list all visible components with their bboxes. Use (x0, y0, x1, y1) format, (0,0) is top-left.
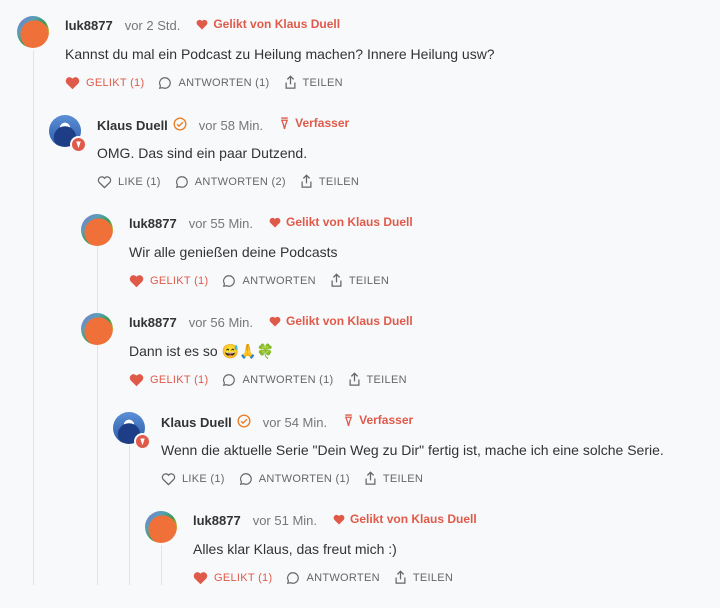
author-name[interactable]: luk8877 (129, 315, 177, 330)
share-button[interactable]: TEILEN (364, 471, 423, 486)
speech-bubble-icon (239, 472, 252, 485)
timestamp[interactable]: vor 58 Min. (199, 118, 263, 133)
pen-nib-icon (134, 433, 151, 450)
reply-button[interactable]: ANTWORTEN (1) (222, 373, 333, 387)
heart-icon (196, 19, 208, 29)
reply-button[interactable]: ANTWORTEN (1) (158, 76, 269, 90)
comment-text: Wenn die aktuelle Serie "Dein Weg zu Dir… (161, 442, 664, 458)
pen-nib-icon (280, 116, 289, 129)
comment-actions: LIKE (1) ANTWORTEN (1) TEILEN (161, 471, 437, 486)
avatar[interactable] (145, 511, 177, 543)
thread-line (33, 50, 34, 585)
avatar[interactable] (113, 412, 151, 450)
like-button[interactable]: GELIKT (1) (129, 373, 208, 387)
author-name[interactable]: luk8877 (193, 513, 241, 528)
author-name[interactable]: Klaus Duell (97, 118, 168, 133)
share-button[interactable]: TEILEN (394, 570, 453, 585)
share-button[interactable]: TEILEN (330, 273, 389, 288)
thread-line (97, 245, 98, 585)
author-badge: Verfasser (279, 116, 349, 130)
share-icon (331, 273, 342, 287)
avatar[interactable] (49, 115, 87, 153)
share-icon (349, 372, 360, 386)
pen-nib-icon (70, 136, 87, 153)
comment-header: Klaus Duell vor 58 Min. Verfasser (97, 116, 349, 133)
heart-outline-icon (161, 472, 176, 486)
heart-icon (333, 514, 345, 524)
reply-button[interactable]: ANTWORTEN (286, 571, 380, 585)
timestamp[interactable]: vor 55 Min. (189, 216, 253, 231)
comment-header: Klaus Duell vor 54 Min. Verfasser (161, 413, 413, 430)
like-button[interactable]: GELIKT (1) (193, 571, 272, 585)
check-circle-icon (173, 117, 187, 131)
author-badge: Verfasser (343, 413, 413, 427)
like-button[interactable]: LIKE (1) (97, 175, 161, 189)
reply-button[interactable]: ANTWORTEN (222, 274, 316, 288)
avatar[interactable] (81, 313, 113, 345)
timestamp[interactable]: vor 51 Min. (253, 513, 317, 528)
heart-icon (269, 217, 281, 227)
share-button[interactable]: TEILEN (284, 75, 343, 90)
heart-icon (269, 316, 281, 326)
speech-bubble-icon (223, 373, 236, 386)
comment-header: luk8877 vor 51 Min. Gelikt von Klaus Due… (193, 512, 477, 528)
share-icon (301, 174, 312, 188)
heart-icon (193, 571, 208, 584)
share-button[interactable]: TEILEN (348, 372, 407, 387)
avatar[interactable] (81, 214, 113, 246)
pen-nib-icon (344, 413, 353, 426)
speech-bubble-icon (287, 571, 300, 584)
speech-bubble-icon (175, 175, 188, 188)
author-name[interactable]: luk8877 (65, 18, 113, 33)
check-circle-icon (237, 414, 251, 428)
thread-line (129, 445, 130, 585)
comment-header: luk8877 vor 56 Min. Gelikt von Klaus Due… (129, 314, 413, 330)
comment-text: Wir alle genießen deine Podcasts (129, 244, 338, 260)
comment-actions: GELIKT (1) ANTWORTEN TEILEN (129, 273, 403, 288)
comment-text: Kannst du mal ein Podcast zu Heilung mac… (65, 46, 495, 62)
liked-by-author-badge: Gelikt von Klaus Duell (196, 17, 340, 31)
comment-header: luk8877 vor 2 Std. Gelikt von Klaus Duel… (65, 17, 340, 33)
like-button[interactable]: GELIKT (1) (65, 76, 144, 90)
heart-icon (129, 274, 144, 287)
comment-text: Dann ist es so 😅🙏🍀 (129, 343, 274, 359)
heart-icon (129, 373, 144, 386)
share-icon (365, 471, 376, 485)
liked-by-author-badge: Gelikt von Klaus Duell (333, 512, 477, 526)
speech-bubble-icon (159, 76, 172, 89)
author-name[interactable]: luk8877 (129, 216, 177, 231)
heart-icon (65, 76, 80, 89)
reply-button[interactable]: ANTWORTEN (2) (175, 175, 286, 189)
like-button[interactable]: GELIKT (1) (129, 274, 208, 288)
share-icon (395, 570, 406, 584)
comment-text: Alles klar Klaus, das freut mich :) (193, 541, 397, 557)
comment-text: OMG. Das sind ein paar Dutzend. (97, 145, 308, 161)
comment-actions: GELIKT (1) ANTWORTEN TEILEN (193, 570, 467, 585)
author-name[interactable]: Klaus Duell (161, 415, 232, 430)
comment-actions: GELIKT (1) ANTWORTEN (1) TEILEN (129, 372, 421, 387)
liked-by-author-badge: Gelikt von Klaus Duell (269, 314, 413, 328)
like-button[interactable]: LIKE (1) (161, 472, 225, 486)
avatar[interactable] (17, 16, 49, 48)
comment-actions: GELIKT (1) ANTWORTEN (1) TEILEN (65, 75, 357, 90)
heart-outline-icon (97, 175, 112, 189)
timestamp[interactable]: vor 2 Std. (125, 18, 181, 33)
thread-line (161, 545, 162, 585)
timestamp[interactable]: vor 56 Min. (189, 315, 253, 330)
share-button[interactable]: TEILEN (300, 174, 359, 189)
comment-header: luk8877 vor 55 Min. Gelikt von Klaus Due… (129, 215, 413, 231)
reply-button[interactable]: ANTWORTEN (1) (239, 472, 350, 486)
speech-bubble-icon (223, 274, 236, 287)
liked-by-author-badge: Gelikt von Klaus Duell (269, 215, 413, 229)
comment-actions: LIKE (1) ANTWORTEN (2) TEILEN (97, 174, 373, 189)
timestamp[interactable]: vor 54 Min. (263, 415, 327, 430)
share-icon (285, 75, 296, 89)
